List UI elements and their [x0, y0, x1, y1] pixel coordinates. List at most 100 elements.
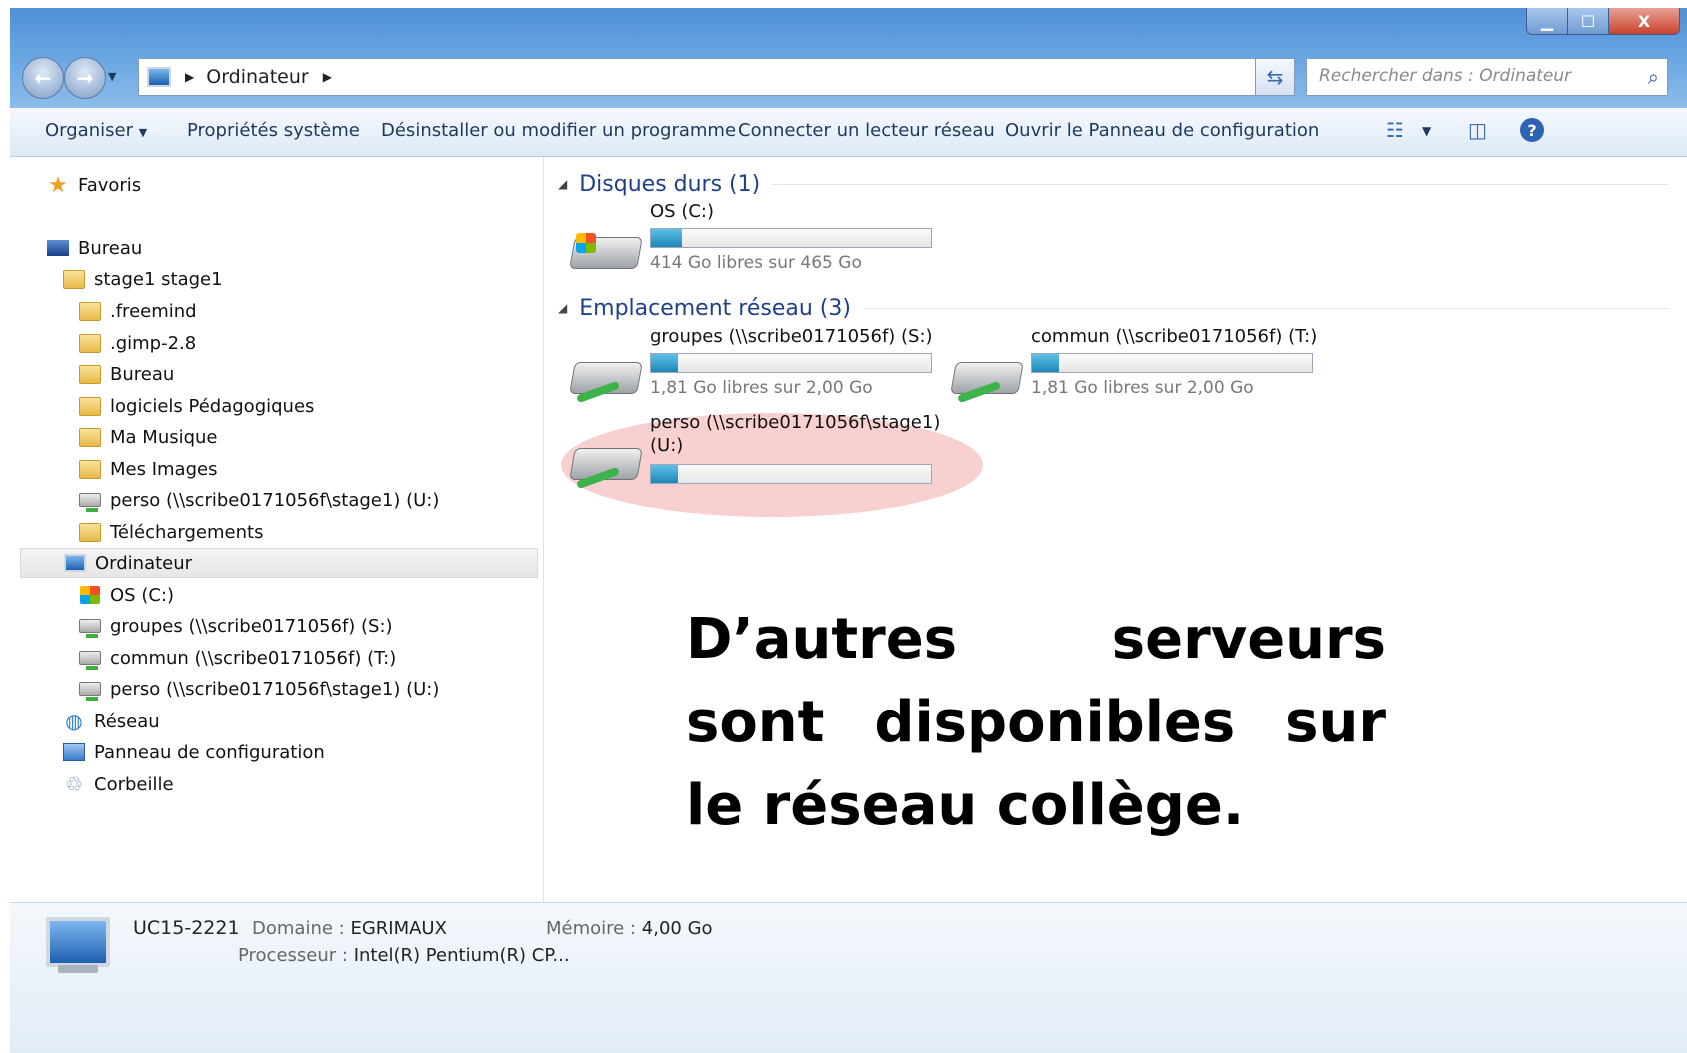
network-drive-icon: [78, 489, 102, 512]
nav-label: Bureau: [110, 363, 175, 385]
nav-label: Panneau de configuration: [94, 741, 325, 763]
nav-folder-item[interactable]: logiciels Pédagogiques: [78, 391, 314, 421]
recycle-bin-icon: ♲: [65, 772, 83, 796]
nav-label: Ma Musique: [110, 426, 218, 448]
address-bar[interactable]: ▶ Ordinateur ▶ ▼: [138, 58, 1290, 96]
nav-label: Favoris: [78, 174, 142, 196]
nav-folder-item[interactable]: Bureau: [78, 359, 174, 389]
nav-network-drive-item[interactable]: groupes (\\scribe0171056f) (S:): [78, 611, 393, 641]
nav-folder-item[interactable]: Mes Images: [78, 454, 217, 484]
drive-free-space: 1,81 Go libres sur 2,00 Go: [1031, 378, 1254, 398]
drive-name: groupes (\\scribe0171056f) (S:): [650, 326, 933, 347]
nav-label: Ordinateur: [95, 552, 193, 574]
nav-label: commun (\\scribe0171056f) (T:): [110, 647, 397, 669]
organize-menu[interactable]: Organiser ▼: [45, 120, 147, 141]
chevron-down-icon: ▼: [138, 126, 148, 139]
domain-label: Domaine :: [252, 918, 345, 939]
collapse-triangle-icon[interactable]: ◢: [558, 301, 567, 315]
drive-os-c[interactable]: OS (C:) 414 Go libres sur 465 Go: [569, 201, 940, 281]
nav-computer[interactable]: Ordinateur: [20, 548, 538, 578]
drive-free-space: 414 Go libres sur 465 Go: [650, 253, 862, 273]
drive-usage-bar: [650, 353, 932, 373]
nav-label: perso (\\scribe0171056f\stage1) (U:): [110, 489, 440, 511]
processor-label: Processeur :: [238, 945, 348, 966]
nav-desktop[interactable]: Bureau: [46, 233, 142, 263]
nav-control-panel[interactable]: Panneau de configuration: [62, 737, 325, 767]
section-divider: [862, 307, 1668, 309]
nav-drive-item[interactable]: OS (C:): [78, 580, 174, 610]
minimize-button[interactable]: ▁: [1526, 8, 1568, 35]
title-bar: ▁ ☐ X ← → ▼ ▶ Ordinateur ▶ ▼ ⇆ ⌕: [10, 8, 1687, 108]
section-network-locations[interactable]: ◢ Emplacement réseau (3): [558, 291, 1668, 325]
nav-label: .gimp-2.8: [110, 332, 197, 354]
breadcrumb-computer[interactable]: Ordinateur: [206, 66, 308, 88]
search-icon[interactable]: ⌕: [1648, 65, 1659, 89]
nav-folder-item[interactable]: .gimp-2.8: [78, 328, 196, 358]
open-control-panel-button[interactable]: Ouvrir le Panneau de configuration: [1005, 120, 1319, 141]
drive-name: commun (\\scribe0171056f) (T:): [1031, 326, 1318, 347]
processor-value: Intel(R) Pentium(R) CP...: [353, 945, 570, 966]
view-dropdown-icon[interactable]: ▼: [1422, 124, 1431, 138]
refresh-button[interactable]: ⇆: [1255, 58, 1295, 96]
nav-network-drive-item[interactable]: perso (\\scribe0171056f\stage1) (U:): [78, 485, 439, 515]
nav-network[interactable]: ◍ Réseau: [62, 706, 160, 736]
help-icon[interactable]: ?: [1520, 118, 1544, 142]
memory-label: Mémoire :: [546, 918, 637, 939]
nav-label: Téléchargements: [110, 521, 264, 543]
nav-label: Corbeille: [94, 773, 174, 795]
drive-commun-t[interactable]: commun (\\scribe0171056f) (T:) 1,81 Go l…: [950, 326, 1321, 406]
search-input[interactable]: [1317, 59, 1631, 93]
uninstall-program-button[interactable]: Désinstaller ou modifier un programme: [381, 120, 736, 141]
nav-label: logiciels Pédagogiques: [110, 395, 315, 417]
annotation-text: D’autres serveurs sont disponibles sur l…: [686, 607, 1386, 838]
drive-perso-u[interactable]: perso (\\scribe0171056f\stage1) (U:): [569, 412, 940, 492]
nav-label: .freemind: [110, 300, 197, 322]
section-hard-disks[interactable]: ◢ Disques durs (1): [558, 167, 1668, 201]
maximize-button[interactable]: ☐: [1567, 8, 1609, 35]
breadcrumb-separator-icon[interactable]: ▶: [185, 70, 194, 84]
drive-name: OS (C:): [650, 201, 714, 222]
recent-pages-chevron-icon[interactable]: ▼: [108, 70, 116, 83]
nav-folder-item[interactable]: .freemind: [78, 296, 197, 326]
desktop-icon: [46, 237, 70, 259]
drive-free-space: 1,81 Go libres sur 2,00 Go: [650, 378, 873, 398]
domain-info: Domaine : EGRIMAUX: [252, 918, 447, 939]
organize-label: Organiser: [45, 120, 133, 141]
computer-name: UC15-2221: [133, 917, 240, 939]
computer-stand: [58, 965, 98, 973]
nav-user-folder[interactable]: stage1 stage1: [62, 264, 223, 294]
windows-drive-icon: [78, 584, 102, 606]
nav-folder-item[interactable]: Ma Musique: [78, 422, 218, 452]
folder-icon: [78, 300, 102, 322]
preview-pane-icon[interactable]: ◫: [1468, 118, 1487, 142]
system-properties-button[interactable]: Propriétés système: [187, 120, 360, 141]
refresh-icon: ⇆: [1266, 65, 1284, 89]
domain-value: EGRIMAUX: [350, 918, 447, 939]
search-box[interactable]: ⌕: [1306, 58, 1668, 96]
drive-usage-fill: [651, 354, 678, 372]
nav-network-drive-item[interactable]: commun (\\scribe0171056f) (T:): [78, 643, 396, 673]
drive-groupes-s[interactable]: groupes (\\scribe0171056f) (S:) 1,81 Go …: [569, 326, 940, 406]
navigation-pane: ★ Favoris Bureau stage1 stage1 .freemind …: [10, 157, 544, 902]
nav-label: OS (C:): [110, 584, 174, 606]
breadcrumb-chevron-icon[interactable]: ▶: [323, 70, 332, 84]
map-network-drive-button[interactable]: Connecter un lecteur réseau: [738, 120, 995, 141]
drive-usage-bar: [650, 228, 932, 248]
nav-folder-item[interactable]: Téléchargements: [78, 517, 263, 547]
nav-label: Réseau: [94, 710, 160, 732]
section-title: Emplacement réseau (3): [579, 295, 851, 321]
nav-recycle-bin[interactable]: ♲ Corbeille: [62, 769, 174, 799]
collapse-triangle-icon[interactable]: ◢: [558, 177, 567, 191]
explorer-window: ▁ ☐ X ← → ▼ ▶ Ordinateur ▶ ▼ ⇆ ⌕ Organis…: [10, 8, 1687, 1053]
back-button[interactable]: ←: [22, 57, 64, 99]
nav-label: perso (\\scribe0171056f\stage1) (U:): [110, 678, 440, 700]
nav-favorites[interactable]: ★ Favoris: [46, 170, 141, 200]
nav-network-drive-item[interactable]: perso (\\scribe0171056f\stage1) (U:): [78, 674, 439, 704]
change-view-icon[interactable]: ☷: [1386, 118, 1404, 142]
network-drive-icon: [950, 340, 1024, 404]
details-pane: UC15-2221 Domaine : EGRIMAUX Mémoire : 4…: [10, 902, 1687, 1053]
close-button[interactable]: X: [1608, 8, 1680, 35]
forward-button[interactable]: →: [64, 57, 106, 99]
nav-label: stage1 stage1: [94, 268, 223, 290]
folder-icon: [78, 426, 102, 448]
